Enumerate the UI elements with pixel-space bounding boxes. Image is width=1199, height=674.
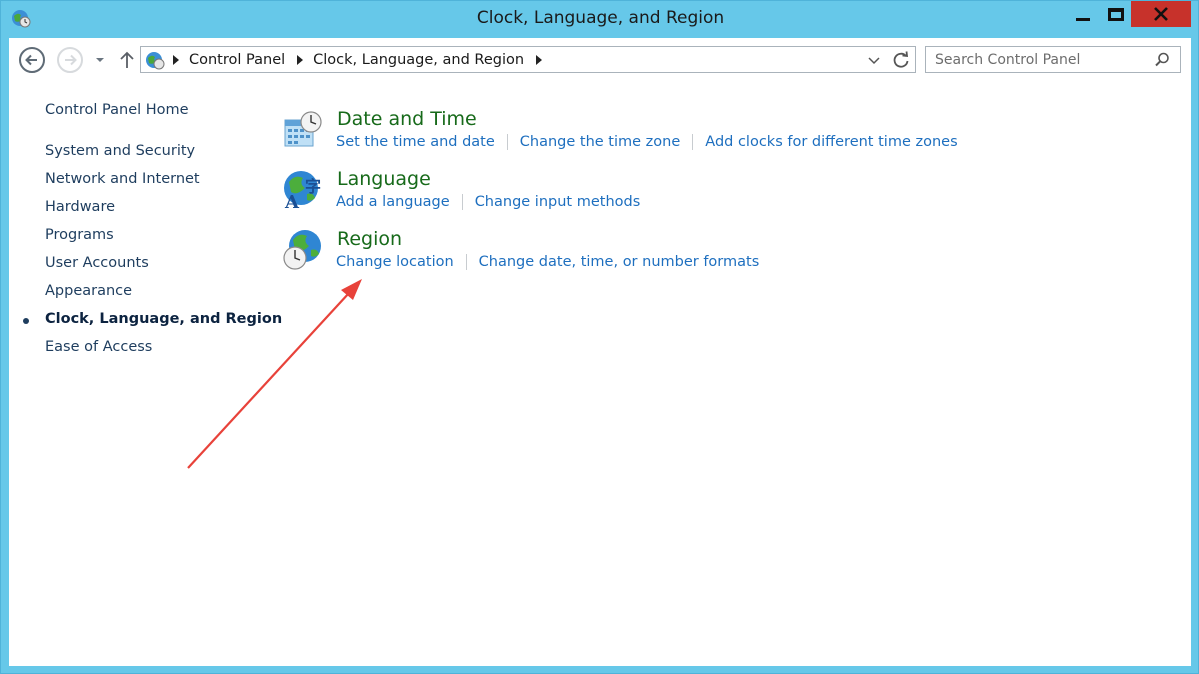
sidebar-item-ease-of-access[interactable]: Ease of Access [45, 339, 152, 355]
calendar-clock-icon[interactable] [281, 108, 325, 152]
sidebar-item-label: Clock, Language, and Region [45, 311, 283, 327]
search-icon[interactable] [1153, 51, 1171, 69]
address-bar[interactable]: Control Panel Clock, Language, and Regio… [140, 46, 916, 73]
breadcrumb-separator-icon[interactable] [297, 54, 304, 65]
svg-text:字: 字 [305, 177, 321, 196]
refresh-icon[interactable] [891, 50, 911, 70]
control-panel-icon [146, 52, 165, 70]
change-time-zone-link[interactable]: Change the time zone [520, 134, 681, 150]
maximize-icon [1108, 7, 1124, 21]
link-divider [461, 194, 463, 210]
breadcrumb-control-panel[interactable]: Control Panel [189, 52, 285, 68]
recent-locations-dropdown-icon[interactable] [93, 54, 107, 66]
client-area: Control Panel Clock, Language, and Regio… [9, 38, 1191, 666]
link-divider [692, 134, 694, 150]
svg-text:A: A [284, 192, 300, 212]
breadcrumb-separator-icon[interactable] [536, 54, 543, 65]
minimize-icon [1076, 17, 1090, 21]
date-and-time-task-links: Set the time and date Change the time zo… [336, 134, 958, 150]
up-arrow-icon[interactable] [117, 50, 137, 70]
breadcrumb-separator-icon[interactable] [173, 54, 179, 65]
breadcrumb-clock-language-region[interactable]: Clock, Language, and Region [313, 52, 524, 68]
breadcrumb: Control Panel Clock, Language, and Regio… [169, 47, 552, 72]
change-formats-link[interactable]: Change date, time, or number formats [479, 254, 760, 270]
control-panel-home-link[interactable]: Control Panel Home [45, 102, 189, 118]
region-task-links: Change location Change date, time, or nu… [336, 254, 759, 270]
region-globe-clock-icon[interactable] [281, 228, 325, 272]
window-title: Clock, Language, and Region [476, 8, 725, 28]
minimize-button[interactable] [1065, 1, 1101, 27]
sidebar-item-network-internet[interactable]: Network and Internet [45, 171, 200, 187]
maximize-button[interactable] [1101, 1, 1131, 27]
region-title-link[interactable]: Region [337, 228, 402, 250]
control-panel-window: Clock, Language, and Region Control Pane… [0, 0, 1199, 674]
back-arrow-icon [25, 54, 37, 66]
language-globe-icon[interactable]: 字 A [281, 168, 325, 212]
title-bar[interactable]: Clock, Language, and Region [1, 1, 1199, 37]
address-history-chevron-icon[interactable] [867, 53, 881, 67]
navigation-bar: Control Panel Clock, Language, and Regio… [9, 38, 1191, 82]
search-box[interactable] [925, 46, 1181, 73]
date-and-time-title-link[interactable]: Date and Time [337, 108, 477, 130]
change-input-methods-link[interactable]: Change input methods [475, 194, 641, 210]
language-title-link[interactable]: Language [337, 168, 431, 190]
search-input[interactable] [926, 47, 1152, 72]
link-divider [506, 134, 508, 150]
sidebar-item-user-accounts[interactable]: User Accounts [45, 255, 149, 271]
sidebar-item-hardware[interactable]: Hardware [45, 199, 115, 215]
close-button[interactable] [1131, 1, 1191, 27]
sidebar-item-programs[interactable]: Programs [45, 227, 114, 243]
sidebar-item-appearance[interactable]: Appearance [45, 283, 132, 299]
forward-button[interactable] [57, 47, 83, 73]
add-language-link[interactable]: Add a language [336, 194, 450, 210]
forward-arrow-icon [65, 54, 77, 66]
sidebar-item-system-security[interactable]: System and Security [45, 143, 195, 159]
sidebar-item-clock-language-region[interactable]: Clock, Language, and Region [23, 311, 283, 327]
language-task-links: Add a language Change input methods [336, 194, 640, 210]
active-bullet-icon [23, 318, 29, 324]
set-time-and-date-link[interactable]: Set the time and date [336, 134, 495, 150]
link-divider [465, 254, 467, 270]
back-button[interactable] [19, 47, 45, 73]
add-clocks-link[interactable]: Add clocks for different time zones [705, 134, 957, 150]
change-location-link[interactable]: Change location [336, 254, 454, 270]
close-icon [1154, 7, 1168, 21]
